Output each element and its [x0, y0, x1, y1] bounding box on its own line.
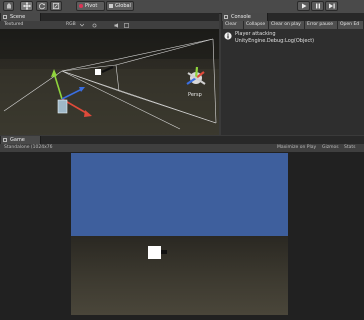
- rotate-icon: [39, 3, 46, 10]
- pause-button[interactable]: [311, 1, 324, 11]
- console-tab-label: Console: [231, 14, 251, 20]
- global-icon: [109, 4, 113, 8]
- move-arrows-icon: [22, 2, 31, 10]
- scene-player-cube[interactable]: [95, 69, 101, 75]
- pause-icon: [315, 3, 320, 9]
- maximize-on-play-toggle[interactable]: Maximize on Play: [277, 144, 316, 151]
- camera-object-icon[interactable]: [57, 99, 68, 114]
- hand-tool-button[interactable]: [3, 1, 14, 11]
- scene-viewport[interactable]: Persp: [0, 29, 219, 135]
- gizmos-toggle[interactable]: Gizmos: [322, 144, 339, 151]
- play-icon: [301, 3, 306, 9]
- ground-plane: [0, 69, 219, 135]
- scene-tab-icon: [3, 15, 7, 19]
- scene-tab-label: Scene: [10, 14, 26, 20]
- lighting-icon[interactable]: [92, 23, 97, 28]
- chevron-down-icon: [80, 23, 84, 27]
- global-label: Global: [115, 3, 131, 9]
- tab-game[interactable]: Game: [1, 136, 41, 144]
- move-tool-button[interactable]: [20, 1, 33, 11]
- resolution-dropdown[interactable]: Standalone (1024x76: [4, 144, 53, 151]
- console-open-editor-button[interactable]: Open Ed: [338, 21, 364, 29]
- render-mode-dropdown[interactable]: RGB: [66, 21, 76, 29]
- console-tab-icon: [224, 15, 228, 19]
- main-toolbar: Pivot Global: [0, 0, 364, 14]
- image-effects-icon[interactable]: [124, 23, 129, 28]
- pivot-icon: [79, 4, 83, 8]
- pivot-toggle[interactable]: Pivot: [76, 1, 105, 11]
- scene-canvas: Persp: [0, 29, 219, 135]
- console-clear-button[interactable]: Clear: [223, 21, 244, 29]
- scene-tab-strip: Scene: [0, 13, 219, 21]
- game-control-bar: Standalone (1024x76 Maximize on Play Giz…: [0, 144, 364, 152]
- audio-icon[interactable]: [114, 23, 120, 28]
- game-tab-icon: [3, 138, 7, 142]
- game-ground: [71, 236, 288, 315]
- scale-icon: [52, 2, 60, 10]
- shading-mode-dropdown[interactable]: Textured: [4, 21, 23, 29]
- pivot-label: Pivot: [85, 3, 98, 9]
- game-player-cube: [148, 246, 161, 259]
- global-toggle[interactable]: Global: [106, 1, 134, 11]
- hand-icon: [6, 3, 11, 9]
- log-message: Player attacking: [235, 31, 276, 37]
- game-sky: [71, 153, 288, 236]
- step-icon: [328, 3, 335, 9]
- game-cube-shadow: [161, 250, 167, 254]
- rotate-tool-button[interactable]: [36, 1, 48, 11]
- info-icon: [224, 32, 232, 40]
- console-clear-on-play-button[interactable]: Clear on play: [269, 21, 305, 29]
- console-log-entry[interactable]: Player attacking UnityEngine.Debug:Log(O…: [223, 30, 362, 48]
- far-horizon: [0, 29, 219, 59]
- game-viewport[interactable]: [71, 153, 288, 315]
- log-stacktrace: UnityEngine.Debug:Log(Object): [235, 38, 315, 44]
- scale-tool-button[interactable]: [50, 1, 62, 11]
- game-tab-strip: Game: [0, 136, 364, 144]
- tab-console[interactable]: Console: [222, 13, 268, 21]
- tab-scene[interactable]: Scene: [1, 13, 41, 21]
- console-collapse-button[interactable]: Collapse: [244, 21, 269, 29]
- persp-label[interactable]: Persp: [188, 92, 202, 98]
- stats-toggle[interactable]: Stats: [344, 144, 356, 151]
- game-tab-label: Game: [10, 137, 25, 143]
- console-error-pause-button[interactable]: Error pause: [305, 21, 338, 29]
- step-button[interactable]: [325, 1, 338, 11]
- play-button[interactable]: [297, 1, 310, 11]
- console-panel: Console Clear Collapse Clear on play Err…: [221, 13, 364, 135]
- console-tab-strip: Console: [221, 13, 364, 21]
